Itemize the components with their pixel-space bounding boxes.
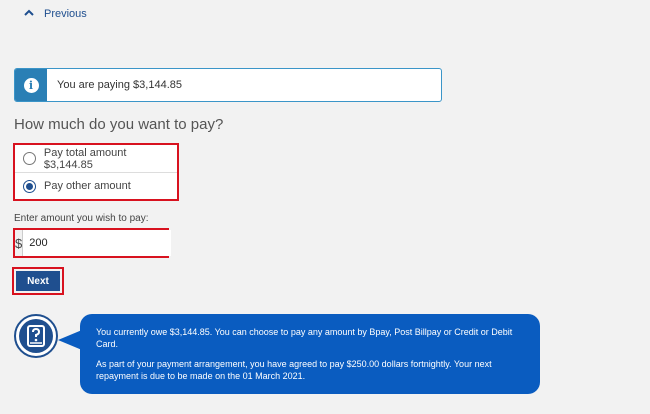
help-book-icon [19,319,53,353]
next-button[interactable]: Next [16,271,60,291]
help-bubble-tail [58,330,82,350]
info-icon: i [23,77,39,93]
help-bubble: You currently owe $3,144.85. You can cho… [80,314,540,394]
payment-question: How much do you want to pay? [14,116,224,133]
previous-label: Previous [44,8,87,20]
option-pay-total-label: Pay total amount $3,144.85 [43,146,127,171]
amount-input[interactable] [23,230,172,256]
next-button-highlight: Next [12,267,64,295]
amount-label: Enter amount you wish to pay: [14,213,149,224]
info-alert: i You are paying $3,144.85 [14,68,442,102]
radio-pay-total[interactable] [23,152,36,165]
option-pay-total[interactable]: Pay total amount $3,144.85 [15,145,177,172]
help-paragraph-1: You currently owe $3,144.85. You can cho… [96,327,513,349]
help-avatar [14,314,58,358]
previous-link[interactable]: Previous [24,8,87,20]
payment-option-group: Pay total amount $3,144.85 Pay other amo… [13,143,179,201]
option-pay-other-label: Pay other amount [44,180,131,192]
info-icon-cell: i [15,69,47,101]
help-paragraph-2: As part of your payment arrangement, you… [96,359,492,381]
chevron-up-icon [24,9,34,20]
info-message: You are paying $3,144.85 [57,79,182,91]
option-pay-other[interactable]: Pay other amount [15,172,177,199]
currency-symbol: $ [15,230,24,256]
radio-pay-other[interactable] [23,179,36,193]
amount-field-wrapper: $ [13,228,172,258]
